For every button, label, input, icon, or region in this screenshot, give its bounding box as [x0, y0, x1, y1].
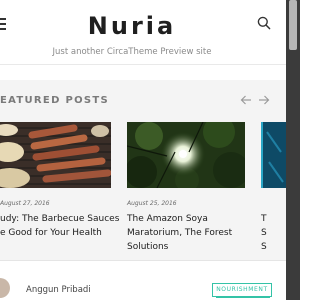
author-avatar[interactable]	[0, 278, 10, 298]
featured-posts-heading: EATURED POSTS	[0, 95, 110, 106]
featured-card-image-barbecue[interactable]	[0, 122, 111, 188]
featured-card-date: August 25, 2016	[127, 200, 177, 207]
featured-card-image-forest[interactable]	[127, 122, 245, 188]
chevron-right-icon[interactable]	[258, 93, 270, 107]
page: Nuria Just another CircaTheme Preview si…	[0, 0, 286, 300]
site-tagline: Just another CircaTheme Preview site	[52, 47, 212, 57]
scrollbar-thumb[interactable]	[289, 0, 297, 50]
search-icon[interactable]	[257, 15, 271, 30]
chevron-left-icon[interactable]	[240, 93, 252, 107]
featured-card-image-partial[interactable]	[261, 122, 286, 188]
featured-card-title[interactable]: The Amazon Soya Maratorium, The Forest S…	[127, 212, 232, 254]
vertical-scrollbar[interactable]	[286, 0, 300, 300]
featured-card-title[interactable]: udy: The Barbecue Sauces e Good for Your…	[0, 212, 119, 240]
site-title[interactable]: Nuria	[0, 12, 264, 40]
post-author[interactable]: Anggun Pribadi	[26, 285, 91, 295]
category-badge[interactable]: NOURISHMENT	[212, 283, 272, 297]
section-divider	[0, 260, 286, 261]
site-header: Nuria Just another CircaTheme Preview si…	[0, 0, 286, 65]
featured-card-title[interactable]: T S S	[261, 212, 267, 254]
featured-card-date: August 27, 2016	[0, 200, 50, 207]
